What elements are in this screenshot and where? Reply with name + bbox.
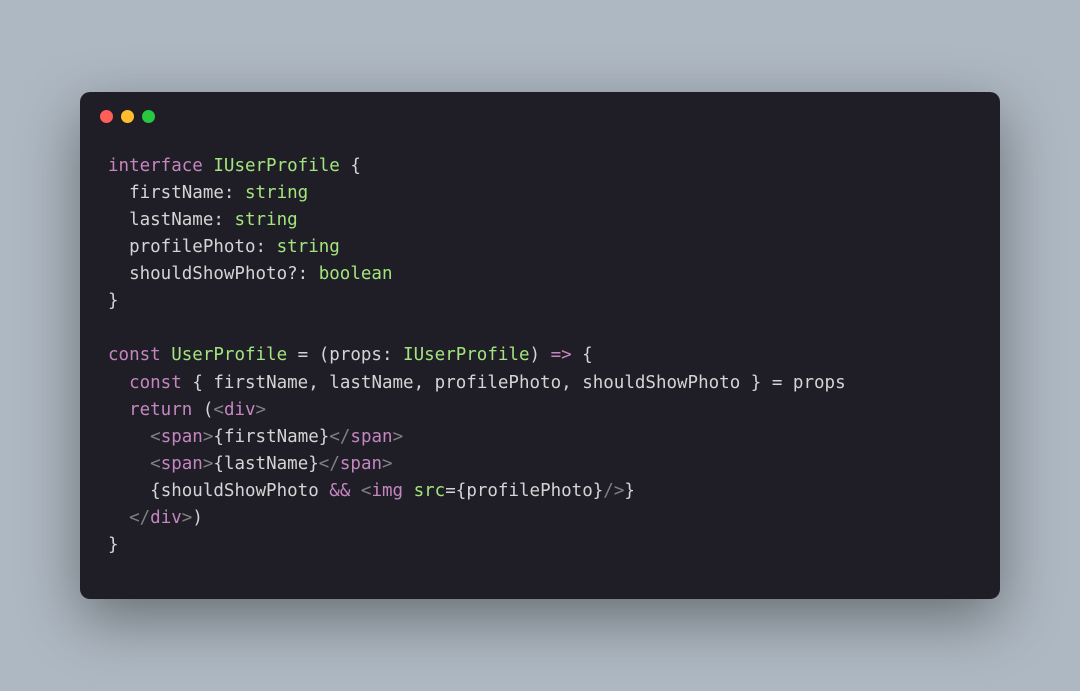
tag-close: > <box>182 508 193 528</box>
brace: } <box>740 373 772 393</box>
type-name: IUserProfile <box>213 156 339 176</box>
indent <box>108 237 129 257</box>
jsx-brace: { <box>213 454 224 474</box>
brace: } <box>108 291 119 311</box>
paren: ) <box>192 508 203 528</box>
arrow: => <box>551 345 572 365</box>
tag-open: < <box>361 481 372 501</box>
property: profilePhoto <box>129 237 255 257</box>
type: string <box>234 210 297 230</box>
tag-close: > <box>393 427 404 447</box>
jsx-brace: } <box>308 454 319 474</box>
jsx-brace: } <box>593 481 604 501</box>
keyword: const <box>108 345 161 365</box>
brace: { <box>192 373 213 393</box>
attribute: src <box>414 481 446 501</box>
indent <box>108 400 129 420</box>
identifier: profilePhoto <box>435 373 561 393</box>
identifier: props <box>793 373 846 393</box>
equals: = <box>445 481 456 501</box>
slash: / <box>603 481 614 501</box>
type: string <box>277 237 340 257</box>
paren: ( <box>203 400 214 420</box>
identifier: shouldShowPhoto <box>582 373 740 393</box>
minimize-icon[interactable] <box>121 110 134 123</box>
comma: , <box>561 373 582 393</box>
tag-close: > <box>203 454 214 474</box>
jsx-brace: { <box>213 427 224 447</box>
indent <box>108 427 150 447</box>
space <box>403 481 414 501</box>
tag-close: > <box>614 481 625 501</box>
indent <box>108 508 129 528</box>
window-titlebar <box>80 92 1000 133</box>
comma: , <box>308 373 329 393</box>
tag-close: > <box>256 400 267 420</box>
jsx-brace: { <box>456 481 467 501</box>
colon: : <box>298 264 319 284</box>
indent <box>108 454 150 474</box>
paren: ) <box>529 345 550 365</box>
code-editor[interactable]: interface IUserProfile { firstName: stri… <box>80 133 1000 600</box>
property: firstName <box>129 183 224 203</box>
paren: ( <box>319 345 330 365</box>
tag-open: < <box>150 454 161 474</box>
expression: lastName <box>224 454 308 474</box>
identifier: lastName <box>329 373 413 393</box>
indent <box>108 373 129 393</box>
code-window: interface IUserProfile { firstName: stri… <box>80 92 1000 600</box>
space <box>350 481 361 501</box>
jsx-brace: } <box>624 481 635 501</box>
keyword: const <box>129 373 182 393</box>
type: IUserProfile <box>403 345 529 365</box>
colon: : <box>213 210 234 230</box>
expression: firstName <box>224 427 319 447</box>
property: lastName <box>129 210 213 230</box>
jsx-brace: { <box>150 481 161 501</box>
type: boolean <box>319 264 393 284</box>
expression: shouldShowPhoto <box>161 481 330 501</box>
tag-close: > <box>203 427 214 447</box>
tag: span <box>350 427 392 447</box>
indent <box>108 264 129 284</box>
operator: && <box>329 481 350 501</box>
identifier: firstName <box>213 373 308 393</box>
brace: { <box>572 345 593 365</box>
close-icon[interactable] <box>100 110 113 123</box>
tag: img <box>371 481 403 501</box>
tag: div <box>224 400 256 420</box>
equals: = <box>298 345 319 365</box>
tag: span <box>161 427 203 447</box>
indent <box>108 183 129 203</box>
expression: profilePhoto <box>466 481 592 501</box>
type: string <box>245 183 308 203</box>
param: props <box>329 345 382 365</box>
colon: : <box>256 237 277 257</box>
brace: { <box>340 156 361 176</box>
colon: : <box>382 345 403 365</box>
property: shouldShowPhoto? <box>129 264 298 284</box>
equals: = <box>772 373 793 393</box>
indent <box>108 210 129 230</box>
tag-open: < <box>213 400 224 420</box>
tag-open: </ <box>319 454 340 474</box>
tag-close: > <box>382 454 393 474</box>
indent <box>108 481 150 501</box>
tag-open: </ <box>329 427 350 447</box>
tag: div <box>150 508 182 528</box>
jsx-brace: } <box>319 427 330 447</box>
keyword: interface <box>108 156 203 176</box>
tag: span <box>340 454 382 474</box>
tag: span <box>161 454 203 474</box>
maximize-icon[interactable] <box>142 110 155 123</box>
tag-open: </ <box>129 508 150 528</box>
keyword: return <box>129 400 192 420</box>
space <box>192 400 203 420</box>
comma: , <box>414 373 435 393</box>
brace: } <box>108 535 119 555</box>
colon: : <box>224 183 245 203</box>
const-name: UserProfile <box>161 345 298 365</box>
tag-open: < <box>150 427 161 447</box>
space <box>182 373 193 393</box>
